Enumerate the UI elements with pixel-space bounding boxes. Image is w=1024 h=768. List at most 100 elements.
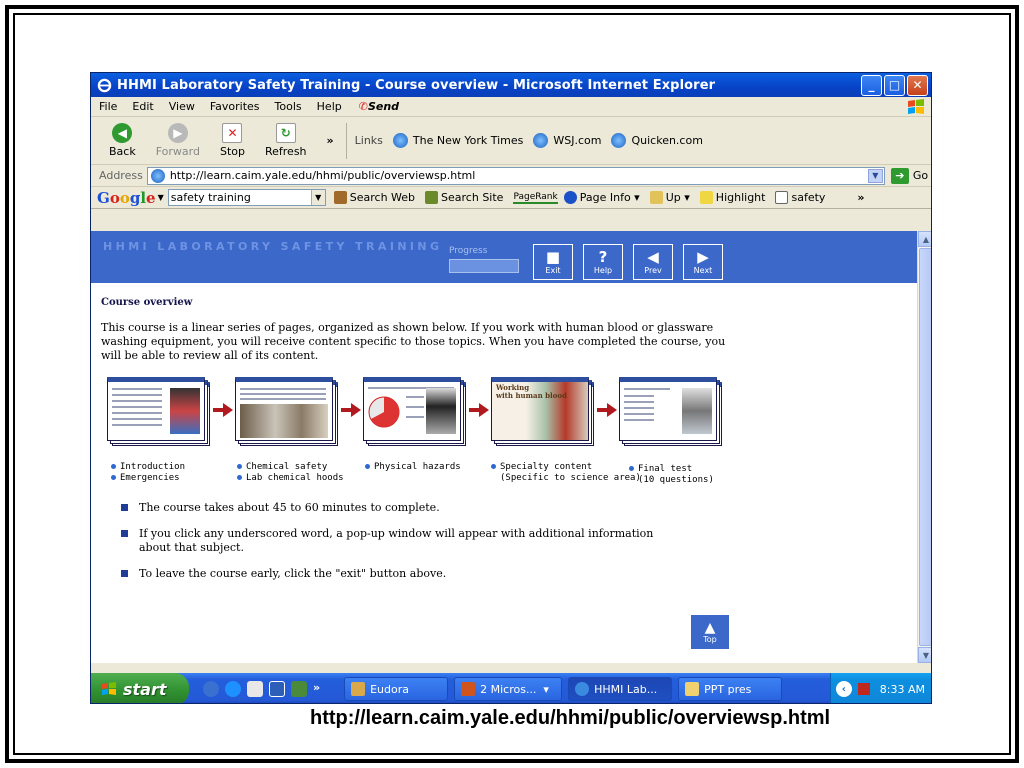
refresh-label: Refresh — [264, 145, 307, 158]
up-button[interactable]: Up ▾ — [649, 191, 690, 204]
help-button[interactable]: ? Help — [583, 244, 623, 280]
link-nytimes[interactable]: The New York Times — [392, 133, 523, 148]
flow-thumbnail-introduction — [107, 377, 210, 446]
menu-favorites[interactable]: Favorites — [210, 100, 260, 113]
keyword-safety-label: safety — [791, 191, 826, 204]
keyword-safety-button[interactable]: safety — [775, 191, 825, 204]
course-title: HHMI LABORATORY SAFETY TRAINING — [103, 240, 443, 253]
task-label: HHMI Lab... — [594, 682, 658, 696]
help-icon: ? — [598, 248, 608, 266]
links-label: Links — [354, 134, 383, 147]
scrollbar-thumb[interactable] — [919, 248, 931, 646]
maximize-button[interactable]: □ — [884, 74, 905, 96]
google-search-dropdown-icon[interactable]: ▼ — [310, 190, 325, 205]
flow-label-final-test: Final test (10 questions) — [629, 464, 714, 486]
page-info-button[interactable]: Page Info ▾ — [563, 191, 640, 204]
menu-tools[interactable]: Tools — [275, 100, 302, 113]
scroll-up-icon[interactable]: ▲ — [918, 231, 931, 247]
menu-file[interactable]: File — [99, 100, 117, 113]
back-button[interactable]: ◀ Back — [109, 123, 136, 158]
flow-label-introduction: Introduction Emergencies — [111, 462, 185, 484]
prev-label: Prev — [644, 266, 662, 275]
show-hidden-icons-chevron[interactable]: ‹ — [835, 681, 852, 697]
top-button[interactable]: ▲ Top — [691, 615, 729, 649]
google-toolbar: Google ▼ safety training ▼ Search Web Se… — [91, 187, 931, 209]
stop-button[interactable]: ✕ Stop — [220, 123, 245, 158]
thumb-working-text: Working with human blood — [496, 383, 567, 400]
menu-edit[interactable]: Edit — [132, 100, 153, 113]
highlight-button[interactable]: Highlight — [699, 191, 766, 204]
quicklaunch-browser-icon[interactable] — [203, 681, 219, 697]
google-toolbar-overflow-chevron[interactable]: » — [857, 191, 864, 204]
internet-explorer-icon — [97, 78, 112, 92]
next-arrow-icon: ▶ — [697, 248, 709, 266]
quicklaunch-word-icon[interactable] — [269, 681, 285, 697]
taskbar-button-hhmi[interactable]: HHMI Lab... — [568, 677, 673, 701]
google-search-input[interactable]: safety training ▼ — [167, 189, 326, 206]
progress-label: Progress — [449, 246, 488, 256]
bullet-dot-icon — [629, 466, 634, 471]
binoculars-icon — [333, 191, 347, 204]
window-title: HHMI Laboratory Safety Training - Course… — [117, 77, 716, 93]
highlight-label: Highlight — [715, 191, 766, 204]
hazard-pie-icon — [368, 396, 400, 428]
go-button[interactable]: ➔ Go — [890, 167, 928, 184]
start-button[interactable]: start — [91, 673, 189, 703]
refresh-button[interactable]: ↻ Refresh — [265, 123, 307, 158]
menu-view[interactable]: View — [169, 100, 195, 113]
stop-icon: ✕ — [222, 123, 243, 143]
quicklaunch-desktop-icon[interactable] — [247, 681, 263, 697]
quicklaunch-ie-icon[interactable] — [225, 681, 241, 697]
quicklaunch-excel-icon[interactable] — [291, 681, 307, 697]
google-menu-chevron-icon[interactable]: ▼ — [158, 193, 164, 202]
list-item: To leave the course early, click the "ex… — [121, 567, 681, 581]
search-site-button[interactable]: Search Site — [425, 191, 503, 204]
flow-label-chemical-safety: Chemical safety Lab chemical hoods — [237, 462, 344, 484]
ie-task-icon — [575, 682, 590, 696]
list-item: If you click any underscored word, a pop… — [121, 527, 681, 555]
ie-page-icon — [533, 133, 549, 148]
search-web-label: Search Web — [349, 191, 416, 204]
browser-window: HHMI Laboratory Safety Training - Course… — [90, 72, 932, 704]
quicklaunch-overflow-chevron[interactable]: » — [313, 681, 320, 697]
forward-button[interactable]: ▶ Forward — [156, 123, 200, 158]
bullet-dot-icon — [111, 464, 116, 469]
address-dropdown-chevron-icon[interactable]: ▼ — [867, 168, 883, 183]
search-term-icon — [775, 191, 789, 204]
close-button[interactable]: ✕ — [907, 74, 928, 96]
toolbar-overflow-chevron[interactable]: » — [327, 134, 334, 147]
clock[interactable]: 8:33 AM — [880, 683, 925, 696]
next-label: Next — [693, 266, 713, 275]
google-logo[interactable]: Google — [97, 189, 156, 207]
go-arrow-icon: ➔ — [890, 167, 909, 184]
vertical-scrollbar[interactable]: ▲ ▼ — [917, 231, 931, 663]
up-triangle-icon: ▲ — [704, 619, 716, 636]
next-button[interactable]: ▶ Next — [683, 244, 723, 280]
taskbar-button-eudora[interactable]: Eudora — [344, 677, 449, 701]
exit-button[interactable]: ■ Exit — [533, 244, 573, 280]
menu-help[interactable]: Help — [317, 100, 342, 113]
start-label: start — [123, 679, 167, 699]
course-info-list: The course takes about 45 to 60 minutes … — [121, 501, 681, 593]
taskbar-button-ppt-pres[interactable]: PPT pres — [678, 677, 783, 701]
search-site-label: Search Site — [441, 191, 504, 204]
exit-icon: ■ — [545, 248, 561, 266]
forward-label: Forward — [155, 145, 200, 158]
address-input[interactable]: http://learn.caim.yale.edu/hhmi/public/o… — [146, 166, 885, 185]
send-menu-button[interactable]: ✆Send — [359, 100, 414, 113]
window-title-bar[interactable]: HHMI Laboratory Safety Training - Course… — [91, 73, 931, 97]
flow-thumbnail-final-test — [619, 377, 722, 446]
ie-page-icon — [392, 133, 408, 148]
search-web-button[interactable]: Search Web — [333, 191, 416, 204]
link-wsj[interactable]: WSJ.com — [533, 133, 601, 148]
task-label: Eudora — [370, 682, 410, 696]
prev-button[interactable]: ◀ Prev — [633, 244, 673, 280]
ie-page-icon — [611, 133, 627, 148]
pagerank-indicator[interactable]: PageRank — [513, 192, 558, 204]
minimize-button[interactable]: _ — [861, 74, 882, 96]
link-quicken[interactable]: Quicken.com — [611, 133, 703, 148]
address-bar: Address http://learn.caim.yale.edu/hhmi/… — [91, 165, 931, 187]
tray-app-icon[interactable] — [857, 683, 870, 695]
taskbar-button-powerpoint[interactable]: 2 Micros... ▾ — [454, 677, 563, 701]
scroll-down-icon[interactable]: ▼ — [918, 647, 931, 663]
